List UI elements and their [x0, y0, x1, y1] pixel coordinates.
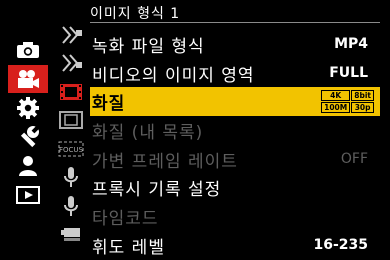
menu-item-label: 비디오의 이미지 영역: [92, 65, 255, 86]
menu-item-label: 프록시 기록 설정: [92, 180, 222, 201]
focus-icon: FOCUS: [58, 141, 84, 156]
microphone-icon: [64, 167, 78, 187]
menu-item-rec-quality[interactable]: 화질 4K 8bit 100M 30p: [90, 87, 380, 117]
camera-icon: [17, 42, 39, 58]
tab-playback[interactable]: [8, 181, 48, 209]
menu-item-value: 16-235: [313, 237, 368, 254]
film-frame-icon: [60, 83, 82, 100]
menu-item-label: 화질: [92, 94, 126, 115]
badge-resolution: 4K: [321, 90, 351, 102]
menu-item-variable-frame-rate[interactable]: 가변 프레임 레이트 OFF: [90, 145, 380, 174]
menu-item-rec-file-format[interactable]: 녹화 파일 형식 MP4: [90, 30, 380, 59]
film-frame-outline-icon: [59, 111, 83, 129]
main-menu-tabs: [8, 36, 48, 210]
tripod-icon: [61, 228, 80, 241]
video-camera-icon: [18, 70, 39, 88]
tab-custom[interactable]: [8, 94, 48, 122]
menu-item-label: 휘도 레벨: [92, 237, 165, 258]
menu-item-value: FULL: [329, 65, 368, 82]
wrench-icon: [20, 126, 39, 148]
page-title: 이미지 형식 1: [90, 6, 181, 22]
menu-item-value: OFF: [340, 151, 368, 168]
play-icon: [16, 186, 40, 204]
rec-quality-icon-a: [62, 25, 82, 44]
menu-item-luminance-level[interactable]: 휘도 레벨 16-235: [90, 231, 380, 260]
sub-tab-7[interactable]: [56, 193, 86, 218]
sub-tab-8[interactable]: [56, 222, 86, 247]
menu-item-label: 녹화 파일 형식: [92, 36, 205, 57]
menu-item-label: 화질 (내 목록): [92, 122, 204, 143]
microphone-icon-2: [64, 195, 78, 216]
badge-frame-rate: 30p: [351, 102, 374, 114]
menu-item-value: MP4: [334, 36, 368, 53]
rec-quality-badge: 4K 8bit 100M 30p: [321, 90, 374, 114]
menu-item-proxy-rec[interactable]: 프록시 기록 설정: [90, 173, 380, 202]
gear-icon: [17, 97, 39, 119]
menu-item-label: 타임코드: [92, 208, 159, 229]
menu-item-time-code[interactable]: 타임코드: [90, 202, 380, 231]
menu-item-image-area[interactable]: 비디오의 이미지 영역 FULL: [90, 59, 380, 88]
menu-item-rec-quality-my-list[interactable]: 화질 (내 목록): [90, 116, 380, 145]
badge-bitrate: 100M: [321, 102, 351, 114]
badge-bit-depth: 8bit: [351, 90, 374, 102]
sub-tab-2[interactable]: [56, 51, 86, 76]
tab-my-menu[interactable]: [8, 152, 48, 180]
sub-tab-6[interactable]: [56, 165, 86, 190]
person-icon: [19, 156, 37, 176]
menu-item-label: 가변 프레임 레이트: [92, 151, 238, 172]
tab-setup[interactable]: [8, 123, 48, 151]
rec-quality-icon-b: [62, 54, 82, 72]
sub-tab-4[interactable]: [56, 108, 86, 133]
menu-list: 녹화 파일 형식 MP4 비디오의 이미지 영역 FULL 화질 4K 8bit…: [90, 30, 380, 260]
tab-video[interactable]: [8, 65, 48, 93]
tab-photo[interactable]: [8, 36, 48, 64]
sub-tab-5[interactable]: FOCUS: [56, 136, 86, 161]
sub-menu-tabs: FOCUS: [56, 22, 86, 250]
sub-tab-3[interactable]: [56, 79, 86, 104]
svg-text:FOCUS: FOCUS: [59, 146, 84, 154]
title-divider: [90, 22, 380, 23]
sub-tab-1[interactable]: [56, 22, 86, 47]
